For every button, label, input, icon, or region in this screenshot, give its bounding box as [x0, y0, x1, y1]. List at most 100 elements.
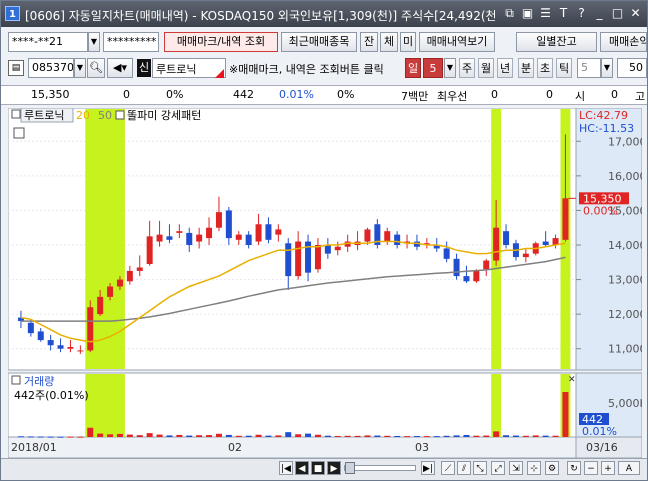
current-pct-axis-label: 0.00% [583, 204, 618, 217]
period-year-button[interactable]: 년 [497, 58, 513, 78]
tick-count-input[interactable]: 5 [577, 58, 601, 78]
candle-body [522, 253, 529, 258]
recent-trades-button[interactable]: 최근매매종목 [281, 32, 357, 52]
settings-icon[interactable]: ⚙ [545, 461, 559, 475]
volume-bar [433, 436, 440, 438]
zoom-in-icon[interactable]: + [601, 461, 615, 475]
period-month-button[interactable]: 월 [478, 58, 494, 78]
period-count-dropdown-icon[interactable]: ▼ [444, 58, 456, 78]
maximize-icon[interactable]: □ [610, 5, 625, 21]
title-bar[interactable]: 1 [0606] 자동일지차트(매매내역) - KOSDAQ150 외국인보유[… [1, 1, 647, 27]
candle-body [87, 307, 94, 351]
volume-bar [107, 434, 114, 437]
password-input[interactable]: ********* [103, 32, 159, 52]
volume-bar [265, 435, 272, 437]
help-icon[interactable]: ? [574, 5, 589, 21]
candle-body [314, 245, 321, 270]
stop-icon[interactable]: ■ [311, 461, 325, 475]
minimize-icon[interactable]: _ [592, 5, 607, 21]
zoom-slider-thumb[interactable] [345, 462, 355, 474]
compress-icon[interactable]: ⤢ [491, 461, 505, 475]
best-quote-label: 최우선 [437, 90, 468, 103]
volume-bar [225, 434, 232, 437]
tool-icon[interactable]: T [556, 5, 571, 21]
executed-button[interactable]: 체 [380, 32, 398, 52]
trade-pnl-button[interactable]: 매매손익 [600, 32, 647, 52]
snapshot-icon[interactable]: ▣ [520, 5, 535, 21]
volume-bar [493, 431, 500, 437]
grid-toggle-icon[interactable] [13, 127, 25, 139]
candle-body [483, 260, 490, 270]
volume-panel-close-icon[interactable]: ✕ [568, 375, 576, 385]
period-second-button[interactable]: 초 [537, 58, 553, 78]
scroll-prev-icon[interactable]: ◀ [295, 461, 309, 475]
volume-bar [305, 433, 312, 437]
candle-body [265, 224, 272, 240]
current-volume-pct: 0.01% [582, 425, 617, 438]
panel-menu-icon[interactable] [11, 109, 21, 119]
candle-body [334, 246, 341, 251]
unexecuted-button[interactable]: 미 [400, 32, 416, 52]
ma20-legend: 20 [76, 109, 90, 122]
price-chart[interactable]: 17,00016,00015,00014,00013,00012,00011,0… [8, 108, 642, 458]
stock-code-input[interactable]: 085370 [28, 58, 74, 78]
scroll-first-icon[interactable]: |◀ [279, 461, 293, 475]
bar-count-input[interactable]: 50 [617, 58, 647, 78]
crosshair-icon[interactable]: ⊹ [527, 461, 541, 475]
high-label: 고 [635, 90, 646, 103]
candle-body [473, 270, 480, 282]
period-minute-button[interactable]: 분 [518, 58, 534, 78]
play-icon[interactable]: ▶ [327, 461, 341, 475]
volume-bar [522, 435, 529, 437]
period-day-count[interactable]: 5 [423, 58, 443, 78]
account-dropdown-icon[interactable]: ▼ [88, 32, 100, 52]
zoom-out-icon[interactable]: − [584, 461, 598, 475]
candle-body [156, 234, 163, 242]
refresh-icon[interactable]: ↻ [567, 461, 581, 475]
new-listing-badge: 신 [137, 59, 151, 77]
y-tick-label: 11,000 [608, 343, 642, 356]
expand-icon[interactable]: ⇲ [509, 461, 523, 475]
balance-button[interactable]: 잔 [360, 32, 378, 52]
volume-bar [47, 436, 54, 438]
open-value: 0 [611, 88, 618, 101]
candle-body [215, 212, 222, 228]
scroll-next-icon[interactable]: ▶| [421, 461, 435, 475]
volume-bar [542, 435, 549, 437]
y-tick-label: 13,000 [608, 274, 642, 287]
period-tick-button[interactable]: 틱 [556, 58, 572, 78]
code-dropdown-icon[interactable]: ▼ [74, 58, 86, 78]
search-icon[interactable]: 🔍︎ [87, 58, 105, 78]
period-week-button[interactable]: 주 [459, 58, 475, 78]
trade-mark-query-button[interactable]: 매매마크/내역 조회 [164, 32, 278, 52]
tick-dropdown-icon[interactable]: ▼ [601, 58, 613, 78]
zoom-slider[interactable] [344, 462, 416, 474]
fit-view-icon[interactable]: ⤡ [473, 461, 487, 475]
candle-body [107, 286, 114, 297]
candle-body [116, 279, 123, 287]
account-input[interactable]: ****-**21 [8, 32, 88, 52]
candle-body [27, 322, 34, 334]
speaker-icon[interactable]: ◀︎▾ [107, 58, 133, 78]
restore-icon[interactable]: ⧉ [502, 5, 517, 21]
y-tick-label: 14,000 [608, 239, 642, 252]
indicator-box-icon[interactable] [115, 110, 125, 120]
period-day-button[interactable]: 일 [405, 58, 421, 78]
volume-bar [245, 435, 252, 437]
volume-bar [473, 435, 480, 437]
volume-bar [404, 436, 411, 438]
chart-type-2-icon[interactable]: ⫽ [457, 461, 471, 475]
font-size-icon[interactable]: A [618, 461, 640, 475]
price-panel-stock-label: 루트로닉 [24, 109, 64, 122]
y-tick-label: 12,000 [608, 308, 642, 321]
trade-history-button[interactable]: 매매내역보기 [419, 32, 495, 52]
chart-type-1-icon[interactable]: ⟋ [441, 461, 455, 475]
volume-bar [344, 435, 351, 437]
list-icon[interactable]: ☰ [538, 5, 553, 21]
close-icon[interactable]: ✕ [628, 5, 643, 21]
volume-menu-icon[interactable] [11, 375, 21, 385]
candle-body [443, 248, 450, 259]
candle-body [542, 241, 549, 245]
daily-balance-button[interactable]: 일별잔고 [516, 32, 597, 52]
stock-menu-icon[interactable]: ▤ [8, 60, 24, 76]
